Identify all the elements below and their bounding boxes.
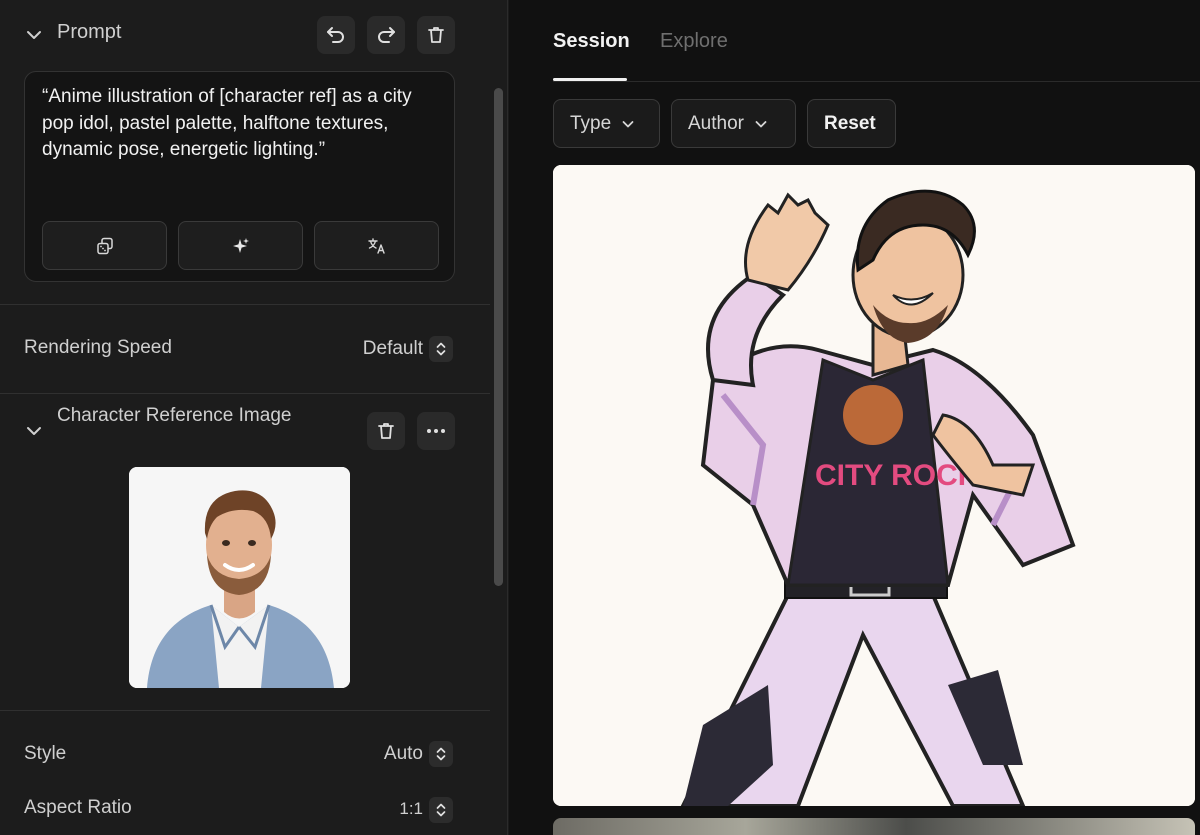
settings-panel: Prompt “Anime illustration of [character… bbox=[0, 0, 490, 835]
divider bbox=[0, 304, 490, 305]
type-filter-label: Type bbox=[570, 112, 612, 134]
sparkle-icon bbox=[232, 237, 249, 253]
chevron-down-icon bbox=[622, 120, 634, 127]
more-icon bbox=[427, 429, 445, 433]
prompt-textbox[interactable]: “Anime illustration of [character ref] a… bbox=[24, 71, 455, 282]
style-label: Style bbox=[24, 743, 67, 764]
generated-image[interactable]: CITY ROCK bbox=[553, 165, 1195, 806]
gallery-panel: Session Explore Type Author Reset CITY R… bbox=[509, 0, 1200, 835]
translate-prompt-button[interactable] bbox=[314, 221, 439, 270]
delete-reference-button[interactable] bbox=[367, 412, 405, 450]
author-filter-dropdown[interactable]: Author bbox=[671, 99, 796, 148]
generated-image-preview[interactable] bbox=[553, 818, 1195, 835]
divider bbox=[0, 393, 490, 394]
redo-button[interactable] bbox=[367, 16, 405, 54]
style-stepper[interactable] bbox=[429, 741, 453, 767]
scrollbar-thumb[interactable] bbox=[494, 88, 503, 586]
tab-explore[interactable]: Explore bbox=[660, 30, 728, 53]
updown-chevron-icon bbox=[436, 747, 446, 761]
divider bbox=[0, 710, 490, 711]
trash-icon bbox=[428, 27, 444, 43]
character-reference-image[interactable] bbox=[129, 467, 350, 688]
character-reference-title: Character Reference Image bbox=[57, 405, 292, 426]
chevron-down-icon bbox=[755, 120, 767, 127]
aspect-ratio-label: Aspect Ratio bbox=[24, 797, 132, 818]
scrollbar[interactable] bbox=[490, 0, 508, 835]
chevron-down-icon[interactable] bbox=[24, 421, 44, 441]
dice-icon bbox=[96, 237, 113, 254]
translate-icon bbox=[367, 237, 385, 254]
prompt-title: Prompt bbox=[57, 21, 122, 43]
undo-button[interactable] bbox=[317, 16, 355, 54]
undo-icon bbox=[327, 27, 344, 43]
reference-more-button[interactable] bbox=[417, 412, 455, 450]
prompt-header: Prompt bbox=[24, 16, 456, 54]
delete-prompt-button[interactable] bbox=[417, 16, 455, 54]
redo-icon bbox=[378, 27, 395, 43]
aspect-ratio-value[interactable]: 1:1 bbox=[399, 799, 423, 819]
style-value[interactable]: Auto bbox=[384, 743, 423, 765]
rendering-speed-value[interactable]: Default bbox=[363, 338, 423, 360]
reset-filters-button[interactable]: Reset bbox=[807, 99, 896, 148]
aspect-ratio-stepper[interactable] bbox=[429, 797, 453, 823]
random-prompt-button[interactable] bbox=[42, 221, 167, 270]
updown-chevron-icon bbox=[436, 342, 446, 356]
rendering-speed-stepper[interactable] bbox=[429, 336, 453, 362]
tab-divider bbox=[553, 81, 1200, 82]
reset-label: Reset bbox=[824, 112, 876, 134]
chevron-down-icon[interactable] bbox=[24, 25, 44, 45]
rendering-speed-label: Rendering Speed bbox=[24, 337, 172, 358]
updown-chevron-icon bbox=[436, 803, 446, 817]
enhance-prompt-button[interactable] bbox=[178, 221, 303, 270]
trash-icon bbox=[378, 423, 394, 439]
prompt-text[interactable]: “Anime illustration of [character ref] a… bbox=[42, 84, 442, 164]
tab-session[interactable]: Session bbox=[553, 30, 630, 53]
author-filter-label: Author bbox=[688, 112, 744, 134]
type-filter-dropdown[interactable]: Type bbox=[553, 99, 660, 148]
